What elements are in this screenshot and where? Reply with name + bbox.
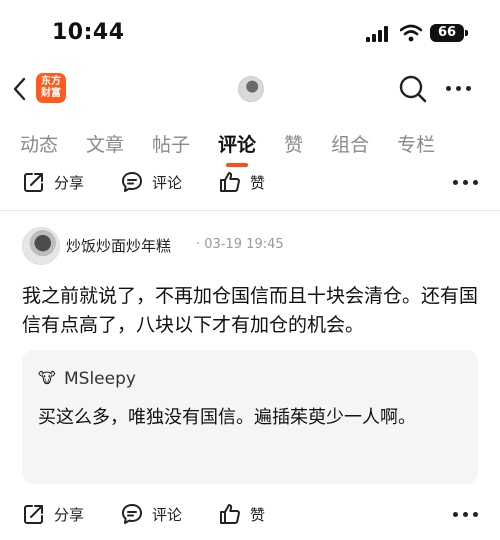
share-button[interactable]: 分享 [22,170,84,194]
share-button[interactable]: 分享 [22,502,84,526]
action-bar: 分享 评论 赞 [22,502,478,526]
thumbs-up-icon [220,172,240,192]
tab-column[interactable]: 专栏 [397,130,435,157]
comment-timestamp: · 03-19 19:45 [196,237,284,252]
comment-username[interactable]: 炒饭炒面炒年糕 [66,235,171,256]
comment-button[interactable]: 评论 [120,170,182,194]
more-icon[interactable] [446,86,472,92]
profile-tabs: 动态 文章 帖子 评论 赞 组合 专栏 [20,130,463,167]
divider [0,210,500,211]
tab-dynamics[interactable]: 动态 [20,130,58,157]
comment-icon [122,172,143,192]
comment-button[interactable]: 评论 [120,502,182,526]
like-label: 赞 [250,505,266,524]
share-icon [24,505,43,524]
tab-articles[interactable]: 文章 [86,130,124,157]
tab-comments[interactable]: 评论 [218,130,256,167]
app-logo[interactable]: 东方 财富 [36,73,66,103]
share-icon [24,173,43,192]
wifi-icon [399,24,423,42]
back-icon[interactable] [10,76,30,102]
tab-portfolio[interactable]: 组合 [331,130,369,157]
share-label: 分享 [54,173,85,192]
battery-tip [465,30,468,36]
logo-line1: 东方 [41,76,61,87]
action-bar: 分享 评论 赞 [22,170,478,194]
battery-indicator: 66 [430,24,464,42]
quoted-text: 买这么多，唯独没有国信。遍插茱萸少一人啊。 [38,407,416,428]
comment-label: 评论 [152,505,183,524]
search-icon[interactable] [398,74,428,104]
signal-icon [366,26,390,42]
profile-avatar[interactable] [238,76,264,102]
cow-avatar-icon: 🐮 [38,369,56,387]
quoted-username[interactable]: MSleepy [64,369,136,389]
like-button[interactable]: 赞 [218,502,265,526]
more-icon[interactable] [453,179,478,185]
share-label: 分享 [54,505,85,524]
thumbs-up-icon [220,504,240,524]
comment-icon [122,504,143,524]
status-time: 10:44 [52,20,125,45]
comment-text: 我之前就说了，不再加仓国信而且十块会清仓。还有国信有点高了，八块以下才有加仓的机… [22,285,479,336]
like-label: 赞 [250,173,266,192]
tab-posts[interactable]: 帖子 [152,130,190,157]
logo-line2: 财富 [41,88,61,99]
more-icon[interactable] [453,511,478,517]
tab-likes[interactable]: 赞 [284,130,303,157]
avatar[interactable] [22,227,60,265]
like-button[interactable]: 赞 [218,170,265,194]
comment-label: 评论 [152,173,183,192]
